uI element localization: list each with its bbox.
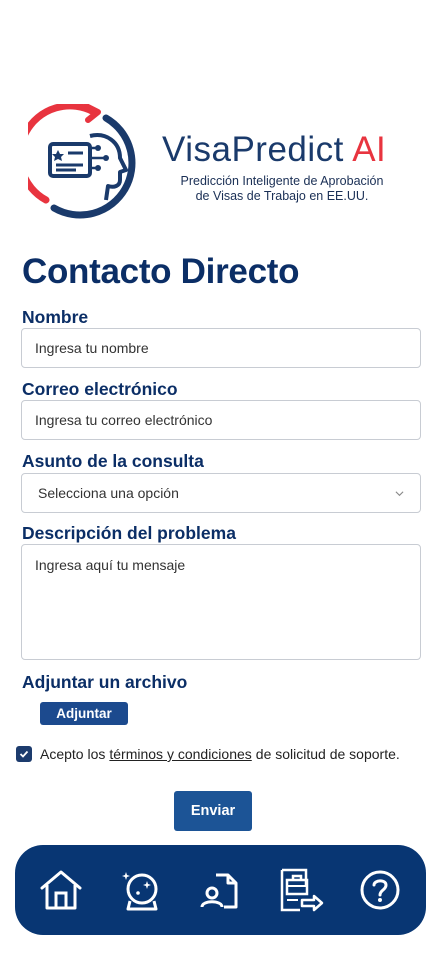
crystal-ball-icon (121, 872, 158, 911)
briefcase-document-icon (281, 868, 324, 912)
page-title: Contacto Directo (22, 252, 300, 291)
user-document-icon (200, 873, 238, 909)
subject-label: Asunto de la consulta (22, 451, 204, 471)
submit-button[interactable]: Enviar (174, 791, 252, 831)
checkmark-icon (19, 750, 29, 758)
consent-prefix: Acepto los (40, 746, 106, 762)
attach-button[interactable]: Adjuntar (40, 702, 128, 725)
email-placeholder: Ingresa tu correo electrónico (35, 412, 213, 428)
nav-item-applications[interactable] (274, 864, 326, 916)
bottom-nav (15, 845, 426, 935)
consent-checkbox[interactable] (16, 746, 32, 762)
name-input[interactable]: Ingresa tu nombre (21, 328, 421, 368)
terms-link[interactable]: términos y condiciones (109, 746, 251, 762)
consent-suffix: de solicitud de soporte. (255, 746, 400, 762)
email-label: Correo electrónico (22, 379, 178, 399)
subject-selected-value: Selecciona una opción (38, 485, 179, 501)
nav-item-profile[interactable] (194, 864, 246, 916)
chevron-down-icon (395, 490, 404, 496)
consent-row: Acepto los términos y condiciones de sol… (16, 746, 426, 762)
name-placeholder: Ingresa tu nombre (35, 340, 149, 356)
description-textarea[interactable]: Ingresa aquí tu mensaje (21, 544, 421, 660)
nav-item-home[interactable] (35, 864, 87, 916)
help-icon (360, 870, 400, 910)
home-icon (40, 870, 82, 910)
subject-select[interactable]: Selecciona una opción (21, 473, 421, 513)
brand-logo: VisaPredict AI Predicción Inteligente de… (28, 104, 408, 224)
nav-item-predict[interactable] (115, 864, 167, 916)
nav-item-help[interactable] (354, 864, 406, 916)
description-placeholder: Ingresa aquí tu mensaje (35, 557, 186, 573)
logo-mark-icon (28, 104, 136, 219)
description-label: Descripción del problema (22, 523, 236, 543)
attach-label: Adjuntar un archivo (22, 672, 188, 692)
brand-tagline: Predicción Inteligente de Aprobación de … (180, 174, 384, 203)
email-input[interactable]: Ingresa tu correo electrónico (21, 400, 421, 440)
name-label: Nombre (22, 307, 89, 327)
brand-name-suffix: AI (352, 130, 387, 169)
brand-name: VisaPredict AI (162, 130, 387, 169)
